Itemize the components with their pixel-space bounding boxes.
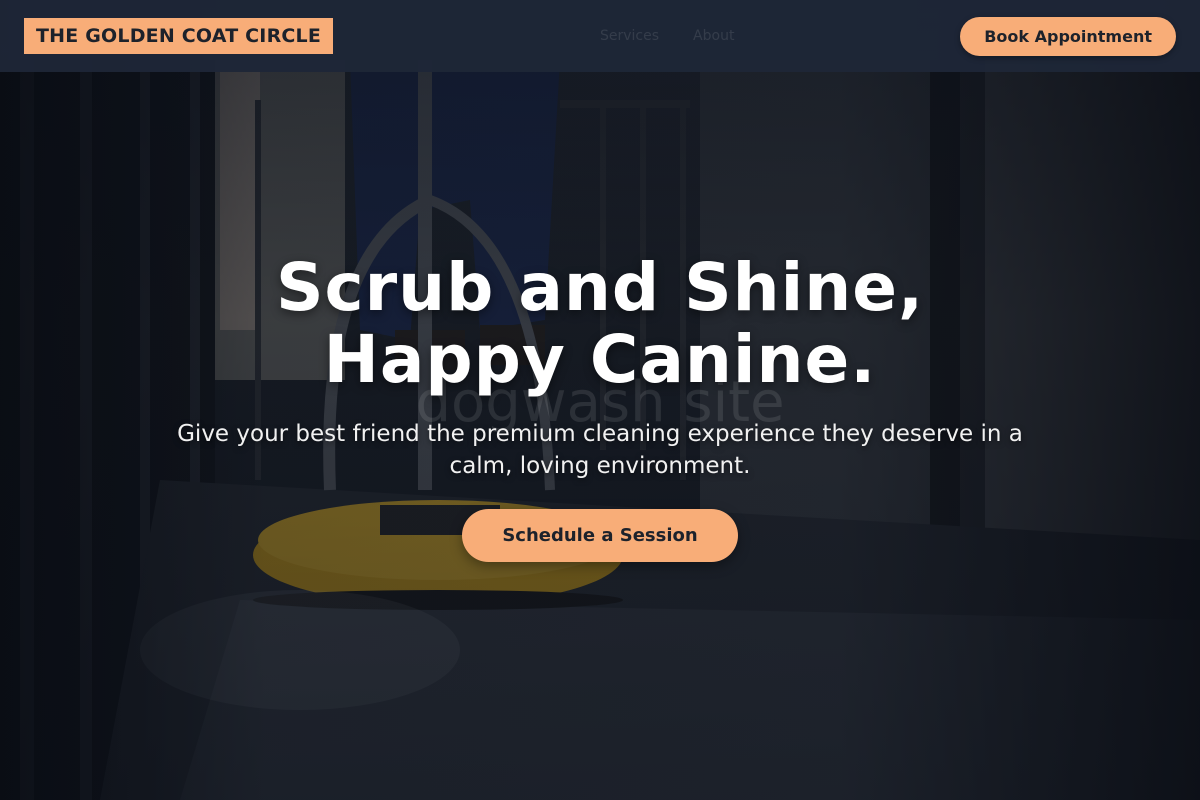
hero-title-line1: Scrub and Shine, xyxy=(275,249,925,326)
hero-title-line2: Happy Canine. xyxy=(323,321,877,398)
brand-logo[interactable]: THE GOLDEN COAT CIRCLE xyxy=(24,18,334,54)
book-appointment-button[interactable]: Book Appointment xyxy=(960,16,1176,56)
hero-section: dogwash site Scrub and Shine, Happy Cani… xyxy=(0,0,1200,800)
hero-subtitle: Give your best friend the premium cleani… xyxy=(177,421,1023,479)
site-header: THE GOLDEN COAT CIRCLE Services About Bo… xyxy=(0,0,1200,72)
hero-title: Scrub and Shine, Happy Canine. xyxy=(100,252,1100,396)
nav-link-about[interactable]: About xyxy=(693,28,734,44)
landing-page: THE GOLDEN COAT CIRCLE Services About Bo… xyxy=(0,0,1200,800)
main-nav: Services About xyxy=(600,0,734,72)
nav-link-services[interactable]: Services xyxy=(600,28,659,44)
schedule-session-button[interactable]: Schedule a Session xyxy=(462,509,738,562)
